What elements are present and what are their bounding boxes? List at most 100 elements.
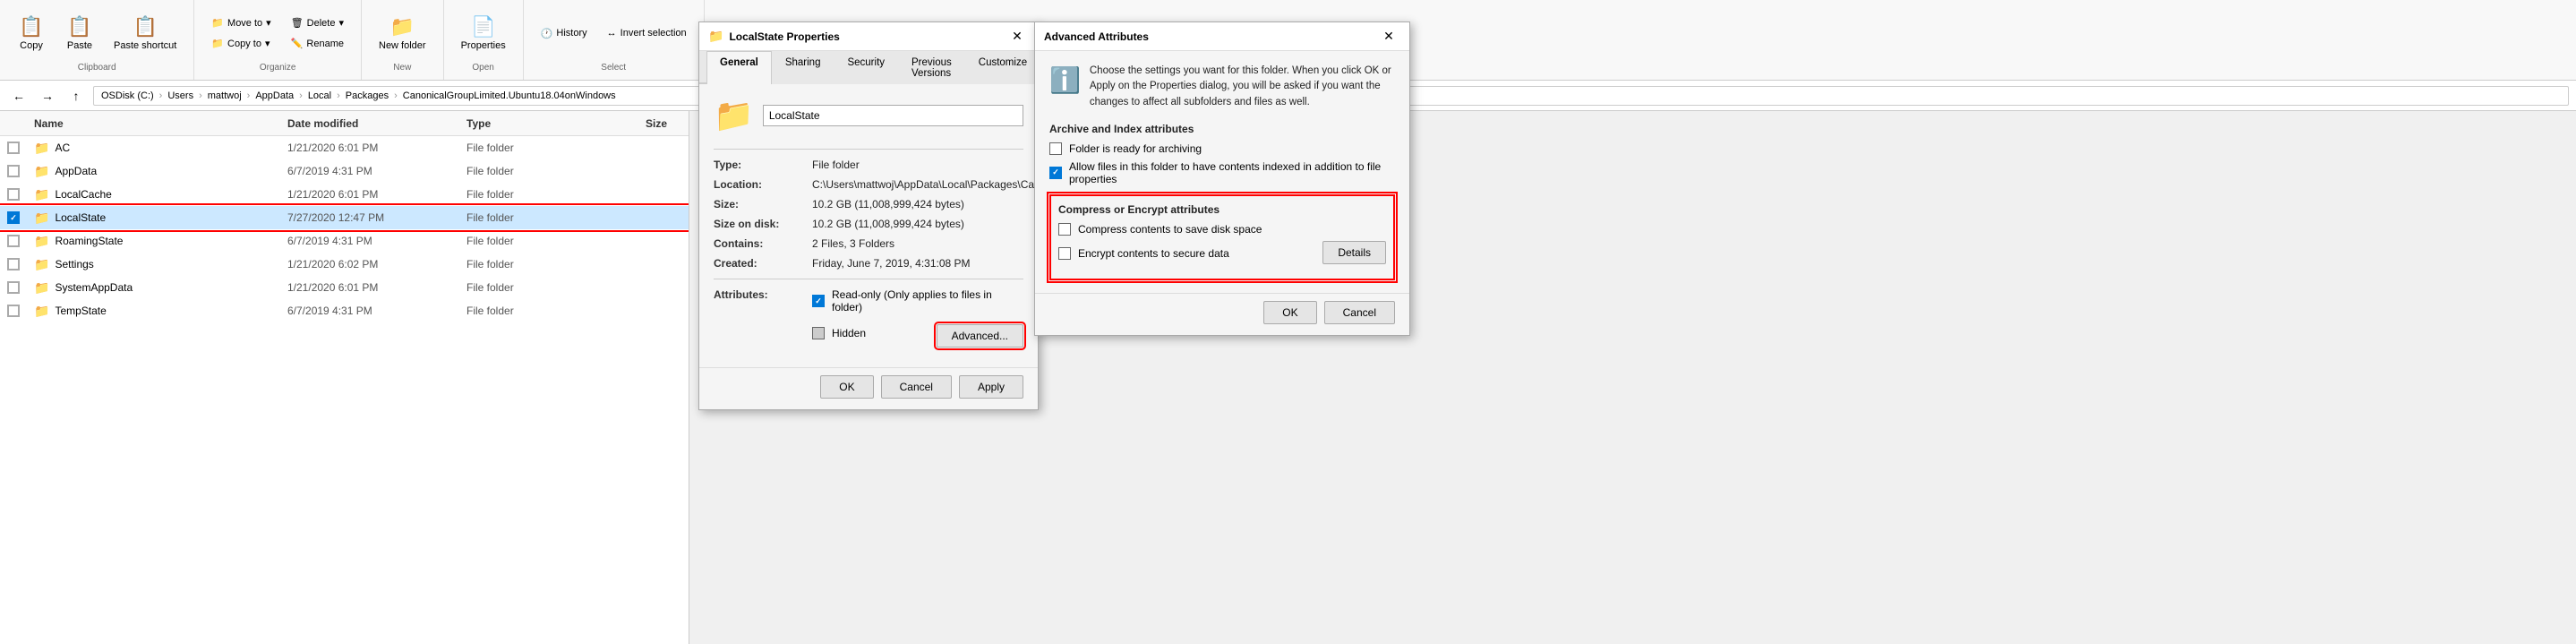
row-name-tempstate: 📁TempState bbox=[34, 304, 287, 319]
readonly-row: ✓ Read-only (Only applies to files in fo… bbox=[812, 288, 1023, 313]
row-date-appdata: 6/7/2019 4:31 PM bbox=[287, 165, 466, 177]
tab-general[interactable]: General bbox=[706, 51, 772, 84]
row-name-appdata: 📁AppData bbox=[34, 164, 287, 179]
header-size[interactable]: Size bbox=[592, 117, 681, 130]
prop-sizeondisk-label: Size on disk: bbox=[714, 218, 812, 230]
advanced-titlebar: Advanced Attributes ✕ bbox=[1035, 22, 1409, 51]
row-type-ac: File folder bbox=[466, 142, 592, 154]
folder-icon-localstate: 📁 bbox=[34, 210, 49, 226]
path-segment-3[interactable]: AppData bbox=[253, 89, 295, 103]
adv-info-icon: ℹ️ bbox=[1049, 65, 1081, 95]
back-button[interactable]: ← bbox=[7, 84, 30, 107]
apply-button[interactable]: Apply bbox=[959, 375, 1023, 399]
paste-shortcut-button[interactable]: 📋 Paste shortcut bbox=[106, 6, 184, 60]
tab-sharing[interactable]: Sharing bbox=[772, 51, 834, 84]
dialog-icon-name-row: 📁 bbox=[714, 97, 1023, 134]
prop-sizeondisk-value: 10.2 GB (11,008,999,424 bytes) bbox=[812, 218, 1023, 230]
archive-section-title: Archive and Index attributes bbox=[1049, 123, 1395, 135]
path-segment-2[interactable]: mattwoj bbox=[206, 89, 244, 103]
file-row-localcache[interactable]: 📁LocalCache1/21/2020 6:01 PMFile folder bbox=[0, 183, 689, 206]
row-checkbox-ac[interactable] bbox=[7, 142, 34, 154]
readonly-checkbox[interactable]: ✓ bbox=[812, 295, 825, 307]
path-segment-6[interactable]: CanonicalGroupLimited.Ubuntu18.04onWindo… bbox=[401, 89, 618, 103]
file-name-text-systemappdata: SystemAppData bbox=[55, 281, 133, 294]
new-folder-button[interactable]: 📁 New folder bbox=[371, 6, 434, 60]
row-checkbox-settings[interactable] bbox=[7, 258, 34, 270]
prop-contains-value: 2 Files, 3 Folders bbox=[812, 237, 1023, 250]
advanced-close-button[interactable]: ✕ bbox=[1377, 25, 1400, 48]
paste-label: Paste bbox=[67, 40, 92, 51]
adv-ok-button[interactable]: OK bbox=[1263, 301, 1316, 324]
file-row-ac[interactable]: 📁AC1/21/2020 6:01 PMFile folder bbox=[0, 136, 689, 159]
path-segment-0[interactable]: OSDisk (C:) bbox=[99, 89, 156, 103]
copy-to-button[interactable]: 📁 Copy to ▾ bbox=[203, 34, 278, 53]
header-name[interactable]: Name bbox=[34, 117, 287, 130]
row-type-localcache: File folder bbox=[466, 188, 592, 201]
properties-tabs: General Sharing Security Previous Versio… bbox=[699, 51, 1038, 84]
move-to-button[interactable]: 📁 Move to ▾ bbox=[203, 13, 278, 32]
rename-icon: ✏️ bbox=[291, 38, 304, 49]
row-checkbox-systemappdata[interactable] bbox=[7, 281, 34, 294]
paste-shortcut-icon: 📋 bbox=[133, 15, 157, 39]
adv-cancel-button[interactable]: Cancel bbox=[1324, 301, 1395, 324]
ribbon-section-organize: 📁 Move to ▾ 📁 Copy to ▾ 🗑 Delete ▾ ✏️ bbox=[194, 0, 362, 80]
advanced-footer: OK Cancel bbox=[1035, 293, 1409, 335]
ok-button[interactable]: OK bbox=[820, 375, 873, 399]
encrypt-checkbox[interactable] bbox=[1058, 247, 1071, 260]
row-date-ac: 1/21/2020 6:01 PM bbox=[287, 142, 466, 154]
file-row-systemappdata[interactable]: 📁SystemAppData1/21/2020 6:01 PMFile fold… bbox=[0, 276, 689, 299]
file-row-roamingstate[interactable]: 📁RoamingState6/7/2019 4:31 PMFile folder bbox=[0, 229, 689, 253]
header-date[interactable]: Date modified bbox=[287, 117, 466, 130]
prop-size-label: Size: bbox=[714, 198, 812, 210]
path-segment-4[interactable]: Local bbox=[306, 89, 333, 103]
properties-button[interactable]: 📄 Properties bbox=[453, 6, 514, 60]
row-checkbox-tempstate[interactable] bbox=[7, 305, 34, 317]
cancel-button[interactable]: Cancel bbox=[881, 375, 952, 399]
forward-button[interactable]: → bbox=[36, 84, 59, 107]
file-row-tempstate[interactable]: 📁TempState6/7/2019 4:31 PMFile folder bbox=[0, 299, 689, 322]
paste-button[interactable]: 📋 Paste bbox=[57, 6, 102, 60]
invert-selection-button[interactable]: ↔ Invert selection bbox=[599, 24, 695, 42]
rename-button[interactable]: ✏️ Rename bbox=[283, 34, 352, 53]
file-name-text-localstate: LocalState bbox=[55, 211, 106, 224]
organize-buttons: 📁 Move to ▾ 📁 Copy to ▾ 🗑 Delete ▾ ✏️ bbox=[203, 4, 352, 63]
tab-security[interactable]: Security bbox=[834, 51, 898, 84]
tab-customize[interactable]: Customize bbox=[965, 51, 1040, 84]
path-sep-5: › bbox=[394, 90, 398, 101]
file-row-localstate[interactable]: ✓📁LocalState7/27/2020 12:47 PMFile folde… bbox=[0, 206, 689, 229]
folder-name-input[interactable] bbox=[763, 105, 1023, 126]
prop-type-value: File folder bbox=[812, 159, 1023, 171]
header-type[interactable]: Type bbox=[466, 117, 592, 130]
dialog-folder-icon: 📁 bbox=[714, 97, 754, 134]
file-row-appdata[interactable]: 📁AppData6/7/2019 4:31 PMFile folder bbox=[0, 159, 689, 183]
compress-checkbox[interactable] bbox=[1058, 223, 1071, 236]
row-checkbox-localcache[interactable] bbox=[7, 188, 34, 201]
properties-close-button[interactable]: ✕ bbox=[1006, 25, 1029, 48]
row-checkbox-localstate[interactable]: ✓ bbox=[7, 211, 34, 224]
row-type-tempstate: File folder bbox=[466, 305, 592, 317]
folder-icon-tempstate: 📁 bbox=[34, 304, 49, 319]
attributes-row: Attributes: ✓ Read-only (Only applies to… bbox=[714, 288, 1023, 348]
file-name-text-appdata: AppData bbox=[55, 165, 97, 177]
history-button[interactable]: 🕐 History bbox=[533, 24, 595, 43]
attributes-label: Attributes: bbox=[714, 288, 812, 348]
path-segment-1[interactable]: Users bbox=[166, 89, 195, 103]
row-checkbox-roamingstate[interactable] bbox=[7, 235, 34, 247]
index-checkbox[interactable]: ✓ bbox=[1049, 167, 1062, 179]
file-row-settings[interactable]: 📁Settings1/21/2020 6:02 PMFile folder bbox=[0, 253, 689, 276]
row-date-settings: 1/21/2020 6:02 PM bbox=[287, 258, 466, 270]
delete-button[interactable]: 🗑 Delete ▾ bbox=[283, 13, 352, 32]
advanced-button[interactable]: Advanced... bbox=[937, 324, 1023, 348]
move-to-label: Move to bbox=[227, 18, 262, 29]
row-checkbox-appdata[interactable] bbox=[7, 165, 34, 177]
copy-button[interactable]: 📋 Copy bbox=[9, 6, 54, 60]
compress-section-title: Compress or Encrypt attributes bbox=[1058, 203, 1386, 216]
paste-icon: 📋 bbox=[67, 15, 91, 39]
tab-previous-versions[interactable]: Previous Versions bbox=[898, 51, 965, 84]
path-segment-5[interactable]: Packages bbox=[344, 89, 390, 103]
details-button[interactable]: Details bbox=[1322, 241, 1386, 264]
hidden-checkbox[interactable] bbox=[812, 327, 825, 339]
up-button[interactable]: ↑ bbox=[64, 84, 88, 107]
archive-checkbox[interactable] bbox=[1049, 142, 1062, 155]
index-row: ✓ Allow files in this folder to have con… bbox=[1049, 160, 1395, 185]
